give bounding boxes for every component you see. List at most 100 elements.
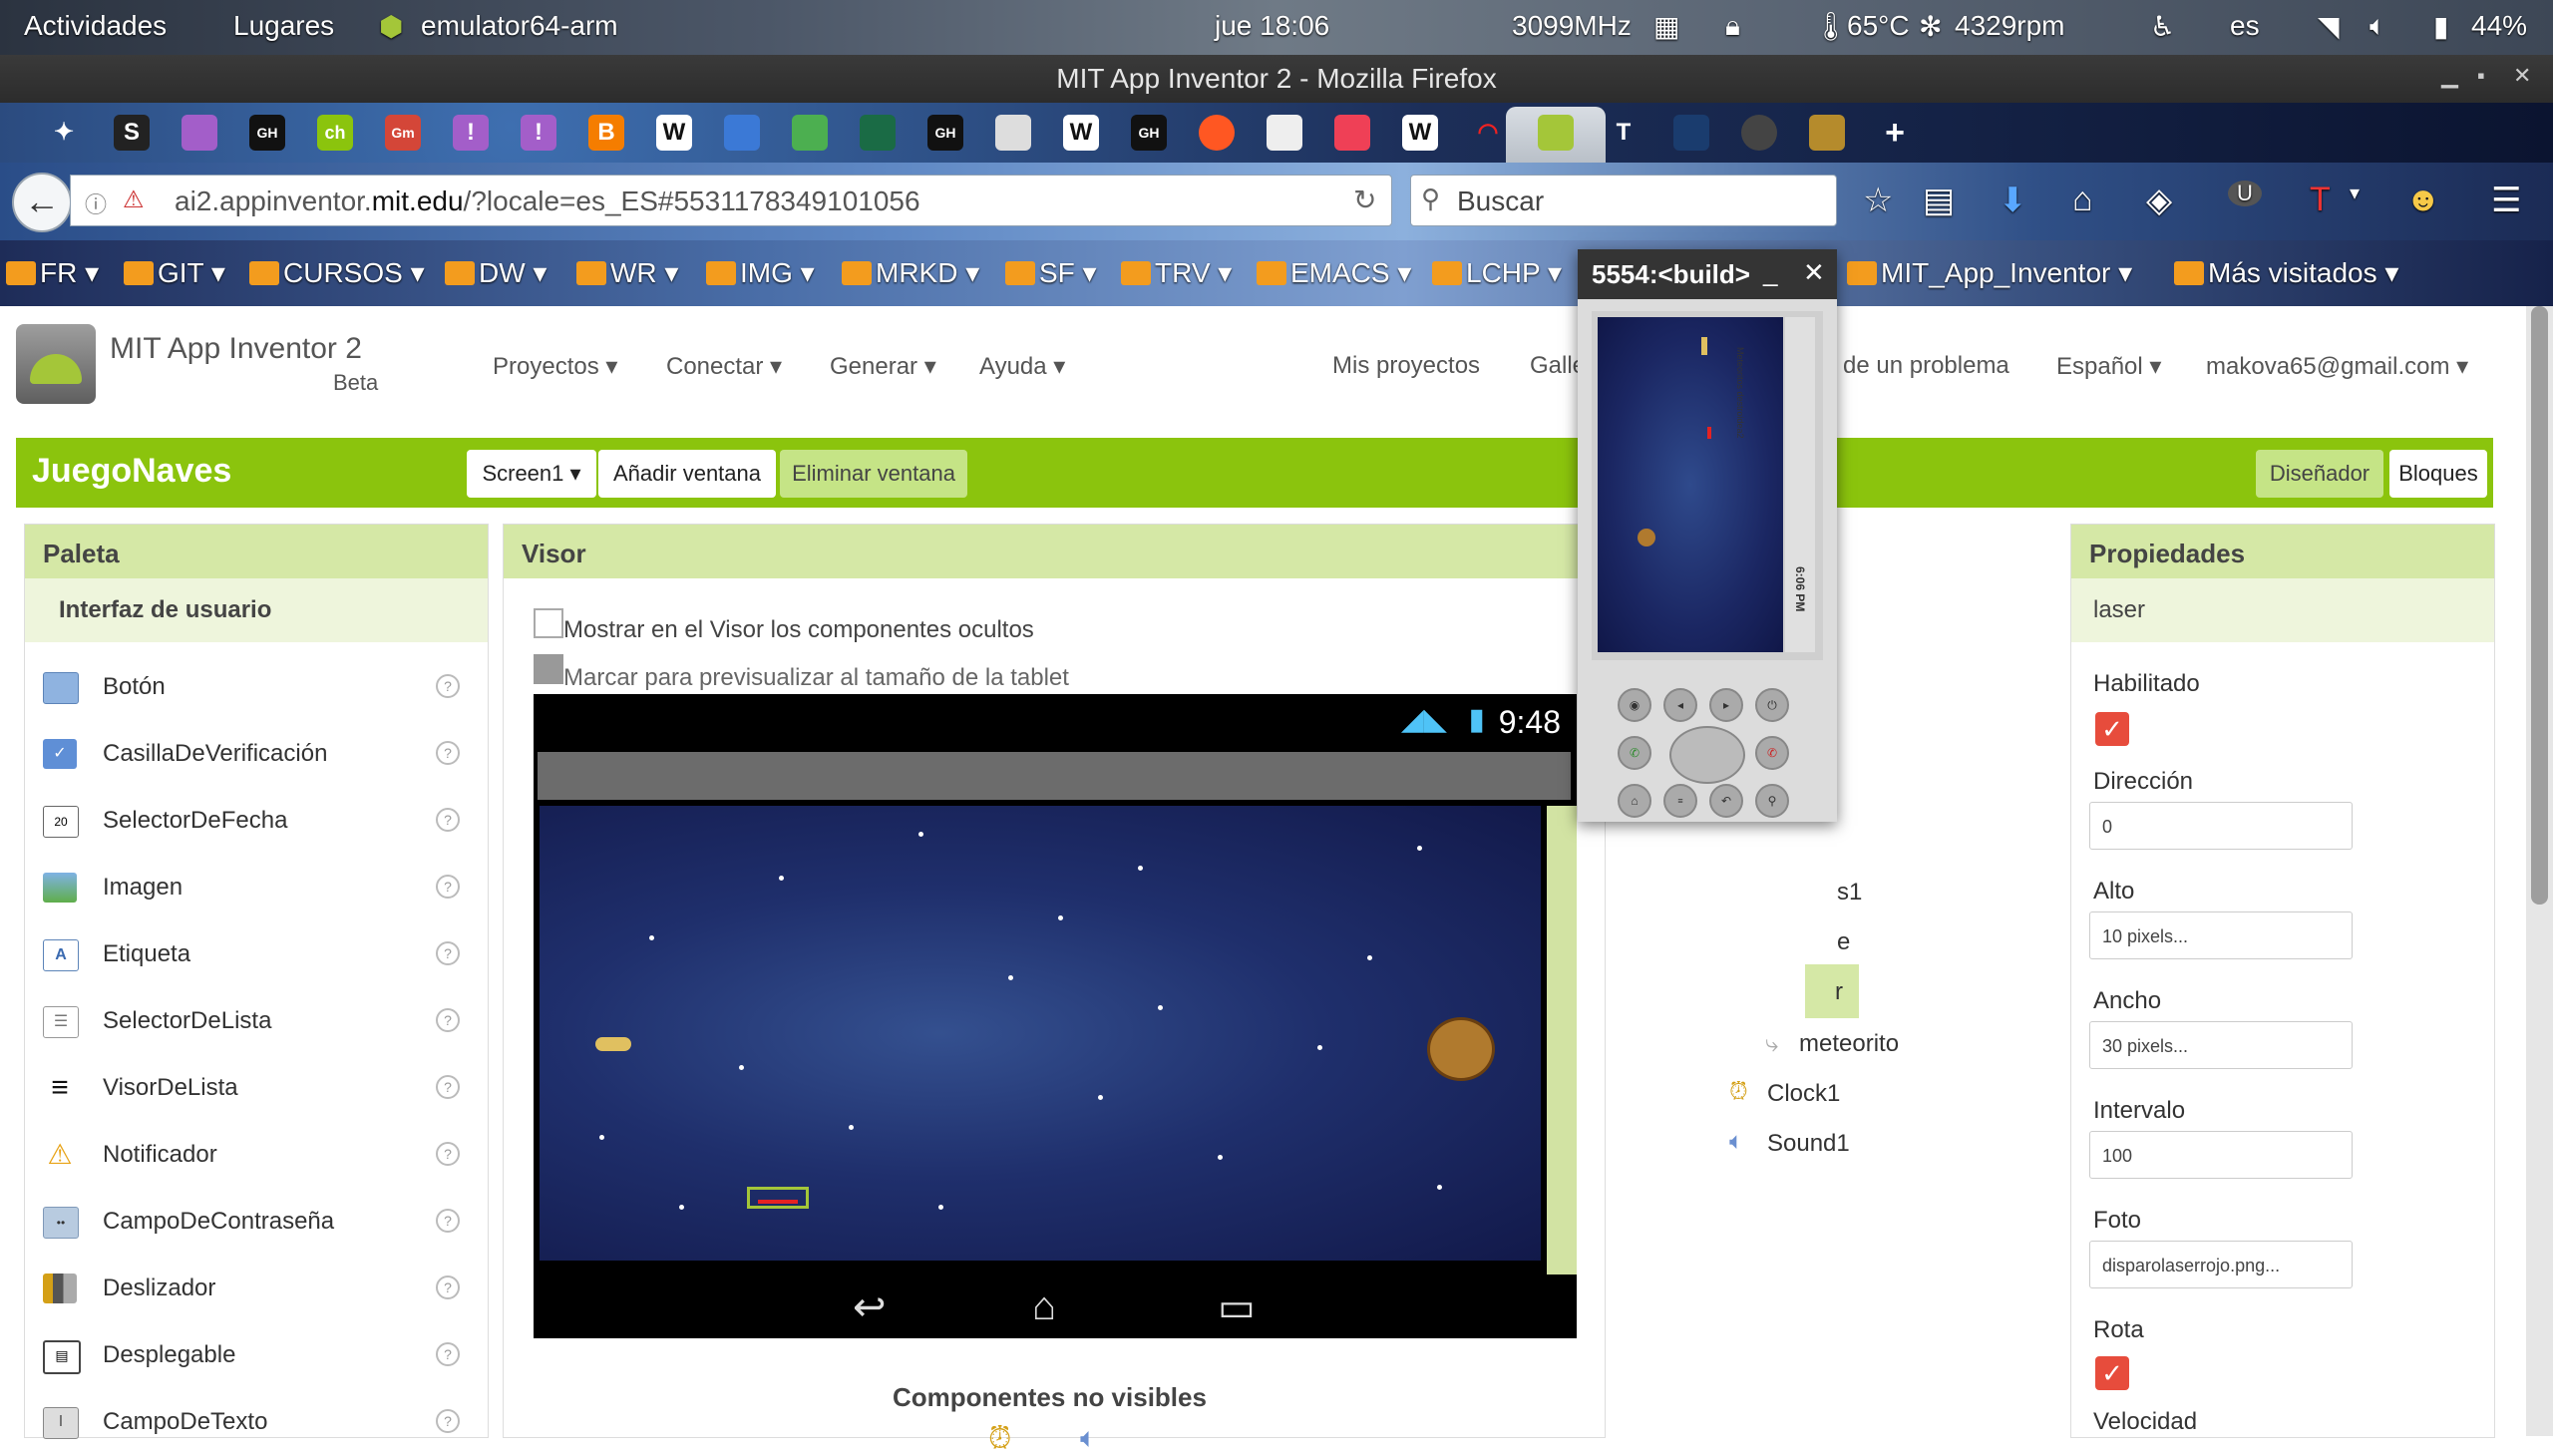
interval-input[interactable]: 100 <box>2089 1131 2353 1179</box>
help-icon[interactable]: ? <box>436 1409 460 1433</box>
tab-dark[interactable] <box>1673 115 1709 151</box>
palette-category-user-interface[interactable]: Interfaz de usuario <box>25 578 488 642</box>
palette-item-slider[interactable]: Deslizador ? <box>25 1256 488 1321</box>
component-sound1[interactable]: Sound1 <box>1767 1130 1850 1158</box>
tab-misc[interactable] <box>1809 115 1845 151</box>
tab-blogger[interactable]: B <box>588 115 624 151</box>
url-bar[interactable]: ⓘ ⚠ ai2.appinventor.mit.edu/?locale=es_E… <box>70 175 1392 226</box>
downloads-icon[interactable]: ⬇ <box>1999 181 2027 220</box>
maximize-button[interactable]: ▪ <box>2477 63 2485 89</box>
wifi-icon[interactable]: ◥ <box>2318 10 2340 43</box>
page-scrollbar-thumb[interactable] <box>2531 306 2548 905</box>
bookmark-folder-cursos[interactable]: CURSOS ▾ <box>249 256 425 289</box>
height-input[interactable]: 10 pixels... <box>2089 911 2353 959</box>
keyboard-layout[interactable]: es <box>2230 10 2260 42</box>
menu-account[interactable]: makova65@gmail.com ▾ <box>2206 352 2468 381</box>
component-clock1[interactable]: Clock1 <box>1767 1080 1840 1108</box>
activities-button[interactable]: Actividades <box>24 10 167 42</box>
emulator-minimize-button[interactable]: _ <box>1763 257 1777 288</box>
bookmark-folder-fr[interactable]: FR ▾ <box>6 256 99 289</box>
bookmark-folder-mit[interactable]: MIT_App_Inventor ▾ <box>1847 256 2132 289</box>
emulator-back-key-icon[interactable]: ↶ <box>1709 784 1743 818</box>
minimize-button[interactable]: ▁ <box>2441 63 2458 89</box>
tab-wikipedia[interactable]: W <box>656 115 692 151</box>
help-icon[interactable]: ? <box>436 1275 460 1299</box>
tab-s[interactable]: S <box>114 115 150 151</box>
help-icon[interactable]: ? <box>436 674 460 698</box>
power-key-icon[interactable]: ⏻ <box>1755 688 1789 722</box>
extension-dropdown-icon[interactable]: ▾ <box>2350 181 2360 205</box>
help-icon[interactable]: ? <box>436 1342 460 1366</box>
tab-purple-3[interactable]: ! <box>521 115 556 151</box>
bookmark-folder-git[interactable]: GIT ▾ <box>124 256 225 289</box>
info-icon[interactable]: ⓘ <box>85 187 107 219</box>
tab-t[interactable]: T <box>1606 115 1641 151</box>
android-emulator-window[interactable]: 5554:<build> _ ✕ Meteoritos destroidea2 … <box>1578 249 1837 822</box>
palette-item-label[interactable]: A Etiqueta ? <box>25 921 488 987</box>
show-hidden-checkbox[interactable] <box>534 608 563 638</box>
end-call-key-icon[interactable]: ✆ <box>1755 736 1789 770</box>
tab-ch[interactable]: ch <box>317 115 353 151</box>
emulator-home-key-icon[interactable]: ⌂ <box>1618 784 1651 818</box>
tab-globe[interactable] <box>1741 115 1777 151</box>
spaceship-sprite[interactable] <box>595 1037 631 1051</box>
help-icon[interactable]: ? <box>436 808 460 832</box>
tab-wikipedia-2[interactable]: W <box>1063 115 1099 151</box>
help-icon[interactable]: ? <box>436 941 460 965</box>
help-icon[interactable]: ? <box>436 1075 460 1099</box>
bookmark-folder-trv[interactable]: TRV ▾ <box>1121 256 1232 289</box>
dpad-icon[interactable] <box>1669 726 1745 784</box>
menu-projects[interactable]: Proyectos ▾ <box>493 352 617 381</box>
palette-item-list-picker[interactable]: ☰ SelectorDeLista ? <box>25 988 488 1054</box>
battery-icon[interactable]: ▮ <box>2433 10 2448 43</box>
tab-orange[interactable] <box>1199 115 1235 151</box>
link-report-problem[interactable]: de un problema <box>1843 352 2009 380</box>
clock[interactable]: jue 18:06 <box>1215 10 1329 42</box>
remove-screen-button[interactable]: Eliminar ventana <box>780 450 967 498</box>
home-icon[interactable]: ⌂ <box>2072 181 2093 219</box>
search-input[interactable]: ⚲ Buscar <box>1410 175 1837 226</box>
emulator-titlebar[interactable]: 5554:<build> _ ✕ <box>1578 249 1837 299</box>
game-canvas[interactable] <box>540 806 1541 1261</box>
palette-item-textbox[interactable]: I CampoDeTexto ? <box>25 1389 488 1455</box>
component-partial[interactable]: e <box>1837 928 1850 956</box>
accessibility-icon[interactable]: ♿︎ <box>2150 10 2175 43</box>
bookmark-folder-sf[interactable]: SF ▾ <box>1005 256 1097 289</box>
bookmark-folder-lchp[interactable]: LCHP ▾ <box>1432 256 1562 289</box>
tab-active[interactable] <box>1506 107 1606 163</box>
emulator-screen[interactable]: Meteoritos destroidea2 6:06 PM <box>1592 311 1823 660</box>
rotates-checkbox[interactable]: ✓ <box>2095 1356 2129 1390</box>
bookmark-folder-mrkd[interactable]: MRKD ▾ <box>842 256 979 289</box>
emulator-close-button[interactable]: ✕ <box>1803 257 1825 288</box>
add-screen-button[interactable]: Añadir ventana <box>598 450 776 498</box>
url-text[interactable]: ai2.appinventor.mit.edu/?locale=es_ES#55… <box>175 185 920 217</box>
palette-item-password[interactable]: •• CampoDeContraseña ? <box>25 1189 488 1255</box>
palette-item-button[interactable]: Botón ? <box>25 654 488 720</box>
new-tab-button[interactable]: + <box>1877 115 1913 151</box>
bookmark-folder-img[interactable]: IMG ▾ <box>706 256 815 289</box>
appinventor-logo[interactable] <box>16 324 96 404</box>
text-extension-icon[interactable]: T <box>2310 181 2331 219</box>
tab-github-2[interactable]: GH <box>927 115 963 151</box>
help-icon[interactable]: ? <box>436 1209 460 1233</box>
selected-component-highlight[interactable]: r <box>1805 964 1859 1018</box>
palette-item-date-picker[interactable]: 20 SelectorDeFecha ? <box>25 788 488 854</box>
bookmark-folder-dw[interactable]: DW ▾ <box>445 256 547 289</box>
reading-list-icon[interactable]: ▤ <box>1923 181 1955 220</box>
hamburger-menu-icon[interactable]: ☰ <box>2491 181 2521 220</box>
enabled-checkbox[interactable]: ✓ <box>2095 712 2129 746</box>
help-icon[interactable]: ? <box>436 1142 460 1166</box>
blocks-button[interactable]: Bloques <box>2389 450 2487 498</box>
menu-help[interactable]: Ayuda ▾ <box>979 352 1065 381</box>
tablet-preview-checkbox[interactable] <box>534 654 563 684</box>
tab-purple[interactable] <box>182 115 217 151</box>
tab-pocket[interactable] <box>1334 115 1370 151</box>
tab-purple-2[interactable]: ! <box>453 115 489 151</box>
camera-key-icon[interactable]: ◉ <box>1618 688 1651 722</box>
help-icon[interactable]: ? <box>436 741 460 765</box>
insecure-icon[interactable]: ⚠ <box>123 185 145 214</box>
bookmark-star-icon[interactable]: ☆ <box>1863 181 1893 220</box>
pocket-icon[interactable]: ◈ <box>2146 181 2172 220</box>
app-menu[interactable]: emulator64-arm <box>421 10 618 42</box>
emulator-game-canvas[interactable] <box>1598 317 1783 652</box>
